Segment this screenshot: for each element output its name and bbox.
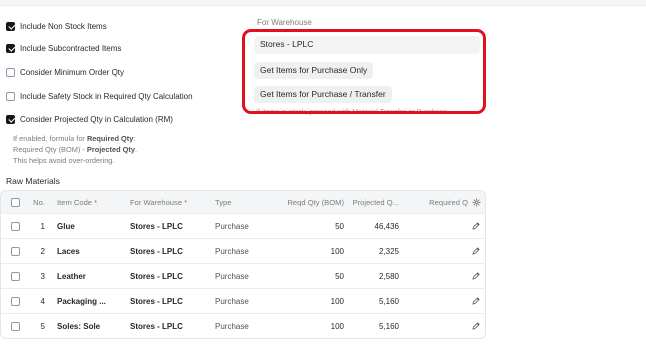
row-reqd-qty[interactable]: 100 <box>266 322 348 331</box>
table-row[interactable]: 2 Laces Stores - LPLC Purchase 100 2,325 <box>1 238 485 263</box>
checkbox-box[interactable] <box>6 114 15 124</box>
pencil-icon[interactable] <box>471 221 481 231</box>
row-checkbox[interactable] <box>10 321 20 331</box>
col-for-warehouse: For Warehouse * <box>130 197 188 207</box>
row-projected-qty[interactable]: 5,160 <box>348 322 403 331</box>
row-warehouse[interactable]: Stores - LPLC <box>126 297 211 306</box>
row-no: 4 <box>40 296 45 306</box>
warehouse-hint-text: If items in stock, proceed with Material… <box>256 107 447 116</box>
raw-materials-table: No. Item Code * For Warehouse * Type Req… <box>0 190 486 339</box>
get-items-purchase-only-button[interactable]: Get Items for Purchase Only <box>254 62 374 79</box>
row-warehouse[interactable]: Stores - LPLC <box>126 247 211 256</box>
checkbox-box[interactable] <box>6 91 15 101</box>
gear-icon[interactable] <box>472 197 481 207</box>
select-all-checkbox[interactable] <box>10 197 20 207</box>
checkbox-projected-qty[interactable]: Consider Projected Qty in Calculation (R… <box>6 113 173 125</box>
checkbox-min-order-qty[interactable]: Consider Minimum Order Qty <box>6 66 124 78</box>
row-required-qty[interactable] <box>403 271 485 281</box>
top-bar <box>0 0 646 6</box>
row-no: 2 <box>40 246 45 256</box>
checkbox-safety-stock[interactable]: Include Safety Stock in Required Qty Cal… <box>6 90 193 102</box>
table-row[interactable]: 3 Leather Stores - LPLC Purchase 50 2,58… <box>1 263 485 288</box>
row-item-code[interactable]: Glue <box>47 222 126 231</box>
row-required-qty[interactable] <box>403 246 485 256</box>
row-type[interactable]: Purchase <box>211 297 266 306</box>
row-warehouse[interactable]: Stores - LPLC <box>126 222 211 231</box>
for-warehouse-field[interactable]: Stores - LPLC <box>254 36 480 54</box>
row-select-cell[interactable] <box>1 271 29 281</box>
row-select-cell[interactable] <box>1 296 29 306</box>
checkbox-box[interactable] <box>6 43 15 53</box>
get-items-purchase-transfer-button[interactable]: Get Items for Purchase / Transfer <box>254 86 392 103</box>
pencil-icon[interactable] <box>471 271 481 281</box>
col-required-qty: Required Q <box>403 198 485 207</box>
checkbox-box[interactable] <box>6 67 15 77</box>
description-line-1: If enabled, formula for Required Qty: <box>13 134 136 143</box>
row-select-cell[interactable] <box>1 221 29 231</box>
col-item-code: Item Code * <box>57 197 98 207</box>
checkbox-label: Include Safety Stock in Required Qty Cal… <box>20 91 193 101</box>
row-projected-qty[interactable]: 2,580 <box>348 272 403 281</box>
row-type[interactable]: Purchase <box>211 222 266 231</box>
row-select-cell[interactable] <box>1 321 29 331</box>
col-projected-qty: Projected Q... <box>352 197 399 207</box>
row-warehouse[interactable]: Stores - LPLC <box>126 322 211 331</box>
raw-materials-title: Raw Materials <box>6 176 60 186</box>
row-no: 3 <box>40 271 45 281</box>
projected-qty-description: If enabled, formula for Required Qty: Re… <box>13 133 233 166</box>
row-required-qty[interactable] <box>403 221 485 231</box>
checkbox-include-non-stock[interactable]: Include Non Stock Items <box>6 20 107 32</box>
col-reqd-qty: Reqd Qty (BOM) <box>287 197 344 207</box>
row-reqd-qty[interactable]: 100 <box>266 247 348 256</box>
row-reqd-qty[interactable]: 100 <box>266 297 348 306</box>
pencil-icon[interactable] <box>471 246 481 256</box>
row-type[interactable]: Purchase <box>211 272 266 281</box>
checkbox-box[interactable] <box>6 21 15 31</box>
row-projected-qty[interactable]: 2,325 <box>348 247 403 256</box>
row-projected-qty[interactable]: 46,436 <box>348 222 403 231</box>
row-no: 1 <box>40 221 45 231</box>
row-select-cell[interactable] <box>1 246 29 256</box>
row-checkbox[interactable] <box>10 221 20 231</box>
row-checkbox[interactable] <box>10 271 20 281</box>
for-warehouse-label: For Warehouse <box>257 18 312 27</box>
table-row[interactable]: 4 Packaging ... Stores - LPLC Purchase 1… <box>1 288 485 313</box>
row-item-code[interactable]: Soles: Sole <box>47 322 126 331</box>
table-row[interactable]: 5 Soles: Sole Stores - LPLC Purchase 100… <box>1 313 485 338</box>
checkbox-label: Consider Minimum Order Qty <box>20 67 125 77</box>
row-item-code[interactable]: Leather <box>47 272 126 281</box>
description-line-3: This helps avoid over-ordering. <box>13 156 115 165</box>
description-line-2: Required Qty (BOM) - Projected Qty. <box>13 145 138 154</box>
row-item-code[interactable]: Packaging ... <box>47 297 126 306</box>
row-reqd-qty[interactable]: 50 <box>266 272 348 281</box>
pencil-icon[interactable] <box>471 296 481 306</box>
row-no: 5 <box>40 321 45 331</box>
checkbox-label: Consider Projected Qty in Calculation (R… <box>20 114 173 124</box>
row-type[interactable]: Purchase <box>211 247 266 256</box>
row-reqd-qty[interactable]: 50 <box>266 222 348 231</box>
row-item-code[interactable]: Laces <box>47 247 126 256</box>
row-type[interactable]: Purchase <box>211 322 266 331</box>
select-all-cell[interactable] <box>1 197 29 207</box>
checkbox-include-subcontracted[interactable]: Include Subcontracted Items <box>6 42 121 54</box>
checkbox-label: Include Non Stock Items <box>20 21 107 31</box>
row-warehouse[interactable]: Stores - LPLC <box>126 272 211 281</box>
table-header: No. Item Code * For Warehouse * Type Req… <box>1 191 485 213</box>
row-required-qty[interactable] <box>403 296 485 306</box>
pencil-icon[interactable] <box>471 321 481 331</box>
col-type: Type <box>215 197 232 207</box>
checkbox-label: Include Subcontracted Items <box>20 43 122 53</box>
row-checkbox[interactable] <box>10 246 20 256</box>
row-required-qty[interactable] <box>403 321 485 331</box>
row-checkbox[interactable] <box>10 296 20 306</box>
col-no: No. <box>33 197 45 207</box>
table-row[interactable]: 1 Glue Stores - LPLC Purchase 50 46,436 <box>1 213 485 238</box>
row-projected-qty[interactable]: 5,160 <box>348 297 403 306</box>
